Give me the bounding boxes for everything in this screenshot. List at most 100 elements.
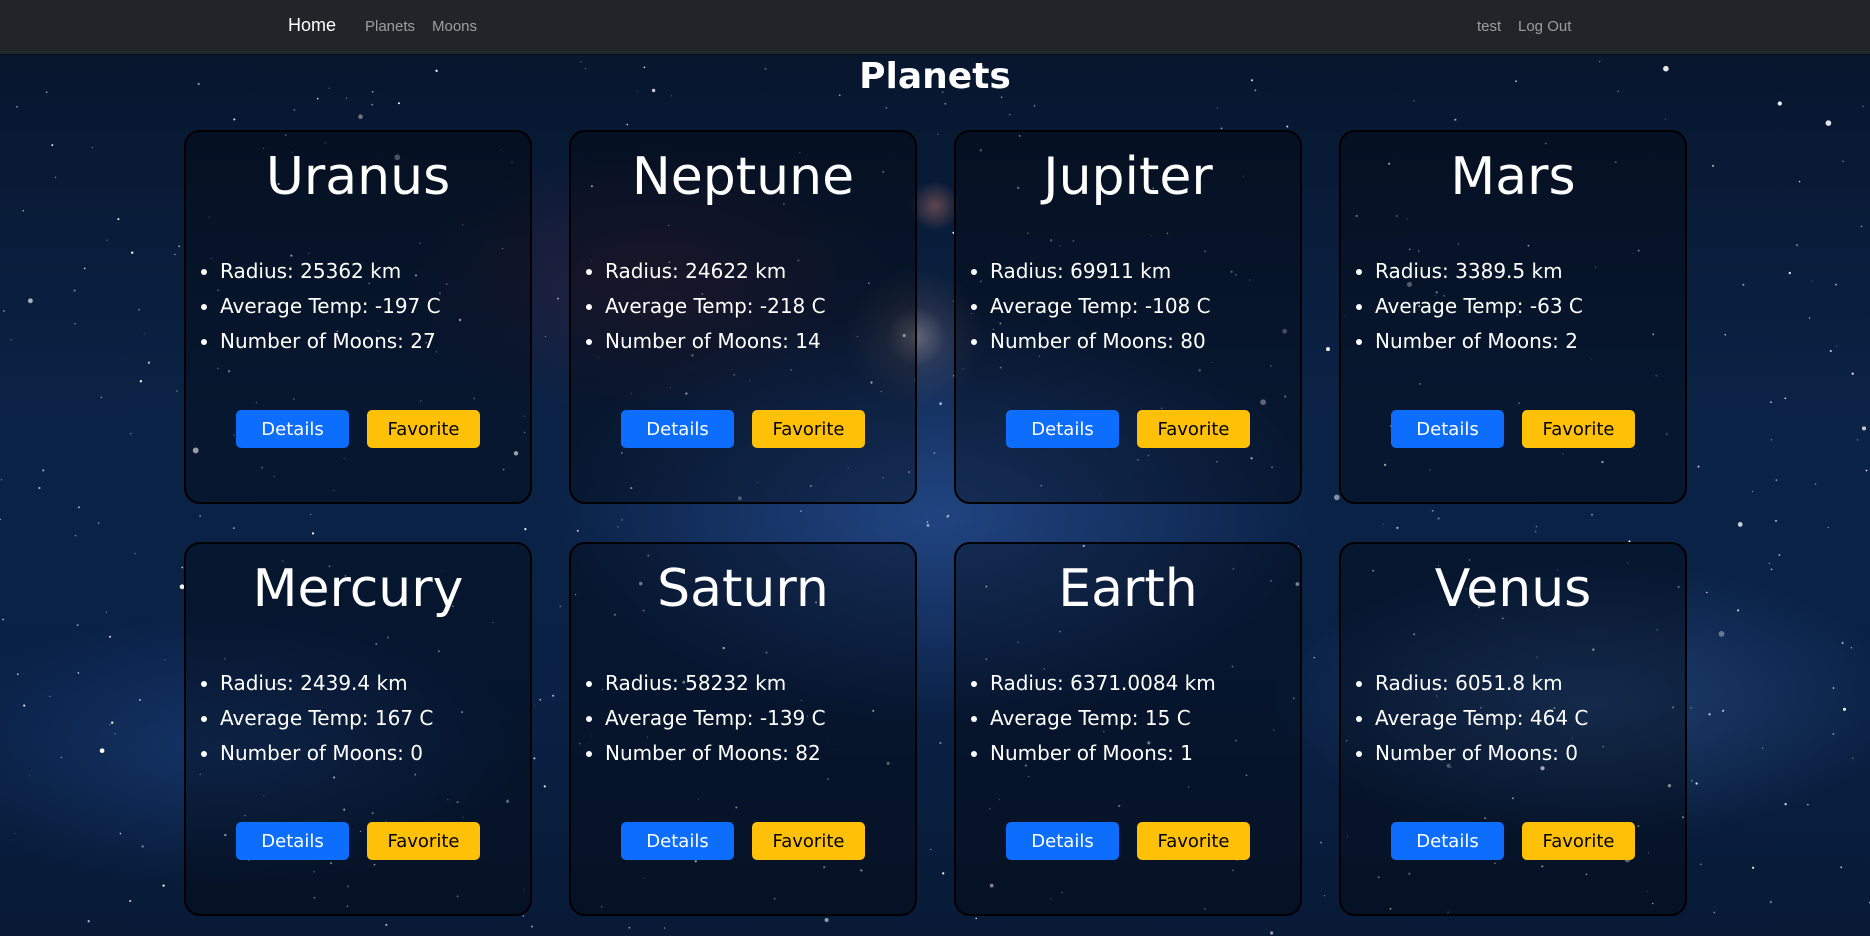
planet-name: Venus xyxy=(1434,559,1592,619)
favorite-button[interactable]: Favorite xyxy=(1137,822,1250,860)
planet-name: Uranus xyxy=(265,147,451,207)
star-dot xyxy=(1724,333,1727,336)
planet-average-temp: Average Temp: -218 C xyxy=(605,289,826,324)
planet-card: Mars Radius: 3389.5 km Average Temp: -63… xyxy=(1339,130,1687,504)
nav-home-link[interactable]: Home xyxy=(288,15,336,36)
planet-radius: Radius: 69911 km xyxy=(990,254,1211,289)
details-button[interactable]: Details xyxy=(621,410,734,448)
star-dot xyxy=(1788,271,1791,275)
favorite-button[interactable]: Favorite xyxy=(1522,822,1635,860)
star-dot xyxy=(1769,401,1773,404)
star-dot xyxy=(1216,107,1218,109)
planet-name: Saturn xyxy=(657,559,829,619)
planet-moon-count: Number of Moons: 2 xyxy=(1375,324,1583,359)
star-dot xyxy=(1770,568,1773,571)
star-dot xyxy=(1700,863,1702,865)
star-dot xyxy=(358,114,363,119)
star-dot xyxy=(1861,426,1867,431)
planet-radius: Radius: 6051.8 km xyxy=(1375,666,1588,701)
planet-moon-count: Number of Moons: 27 xyxy=(220,324,441,359)
planet-grid: Uranus Radius: 25362 km Average Temp: -1… xyxy=(184,130,1688,916)
star-dot xyxy=(975,917,977,920)
star-dot xyxy=(371,103,374,106)
star-dot xyxy=(10,339,12,341)
planet-card: Venus Radius: 6051.8 km Average Temp: 46… xyxy=(1339,542,1687,916)
star-dot xyxy=(316,97,319,100)
star-dot xyxy=(164,659,166,661)
planet-moon-count: Number of Moons: 1 xyxy=(990,736,1216,771)
star-dot xyxy=(42,469,45,472)
planet-average-temp: Average Temp: 167 C xyxy=(220,701,433,736)
star-dot xyxy=(49,695,51,697)
star-dot xyxy=(1737,609,1740,612)
planet-average-temp: Average Temp: -108 C xyxy=(990,289,1211,324)
details-button[interactable]: Details xyxy=(1391,410,1504,448)
favorite-button[interactable]: Favorite xyxy=(752,410,865,448)
star-dot xyxy=(1775,519,1777,522)
star-dot xyxy=(1842,707,1847,711)
star-dot xyxy=(77,506,80,509)
planet-stats-list: Radius: 24622 km Average Temp: -218 C Nu… xyxy=(581,254,826,359)
favorite-button[interactable]: Favorite xyxy=(752,822,865,860)
star-dot xyxy=(74,534,77,537)
star-dot xyxy=(1856,439,1859,441)
star-dot xyxy=(397,102,400,105)
star-dot xyxy=(1784,397,1787,400)
star-dot xyxy=(1777,101,1782,106)
favorite-button[interactable]: Favorite xyxy=(1522,410,1635,448)
planet-name: Mercury xyxy=(252,559,464,619)
star-dot xyxy=(1835,345,1837,347)
star-dot xyxy=(100,396,103,399)
navbar: Home Planets Moons test Log Out xyxy=(0,0,1870,54)
star-dot xyxy=(1737,522,1743,527)
star-dot xyxy=(1795,243,1799,247)
star-dot xyxy=(1665,118,1666,120)
star-dot xyxy=(27,298,33,304)
star-dot xyxy=(1713,911,1716,914)
planet-average-temp: Average Temp: 15 C xyxy=(990,701,1216,736)
favorite-button[interactable]: Favorite xyxy=(1137,410,1250,448)
star-dot xyxy=(628,926,631,929)
star-dot xyxy=(174,253,176,256)
star-dot xyxy=(0,479,3,481)
planet-stats-list: Radius: 69911 km Average Temp: -108 C Nu… xyxy=(966,254,1211,359)
star-dot xyxy=(91,147,93,149)
star-dot xyxy=(1842,160,1844,162)
details-button[interactable]: Details xyxy=(621,822,734,860)
star-dot xyxy=(143,333,145,335)
star-dot xyxy=(23,704,26,707)
details-button[interactable]: Details xyxy=(1006,410,1119,448)
details-button[interactable]: Details xyxy=(1391,822,1504,860)
favorite-button[interactable]: Favorite xyxy=(367,822,480,860)
star-dot xyxy=(663,927,666,929)
star-dot xyxy=(109,635,112,638)
star-dot xyxy=(111,721,114,724)
star-dot xyxy=(1768,562,1770,564)
star-dot xyxy=(105,611,108,613)
star-dot xyxy=(1697,465,1700,468)
star-dot xyxy=(176,390,178,392)
planet-card: Neptune Radius: 24622 km Average Temp: -… xyxy=(569,130,917,504)
star-dot xyxy=(114,733,116,734)
planet-average-temp: Average Temp: -139 C xyxy=(605,701,826,736)
planet-radius: Radius: 58232 km xyxy=(605,666,826,701)
nav-moons-link[interactable]: Moons xyxy=(432,18,477,35)
nav-planets-link[interactable]: Planets xyxy=(365,18,415,35)
nav-username-link[interactable]: test xyxy=(1477,18,1501,35)
planet-moon-count: Number of Moons: 0 xyxy=(220,736,433,771)
star-dot xyxy=(117,218,120,221)
details-button[interactable]: Details xyxy=(1006,822,1119,860)
star-dot xyxy=(138,698,141,701)
star-dot xyxy=(1769,901,1772,904)
planet-name: Neptune xyxy=(631,147,855,207)
star-dot xyxy=(1862,105,1864,107)
details-button[interactable]: Details xyxy=(236,822,349,860)
favorite-button[interactable]: Favorite xyxy=(367,410,480,448)
nav-logout-link[interactable]: Log Out xyxy=(1518,18,1571,35)
star-dot xyxy=(824,917,829,923)
details-button[interactable]: Details xyxy=(236,410,349,448)
star-dot xyxy=(944,102,947,105)
star-dot xyxy=(138,308,140,311)
star-dot xyxy=(1840,866,1843,869)
star-dot xyxy=(74,323,76,325)
